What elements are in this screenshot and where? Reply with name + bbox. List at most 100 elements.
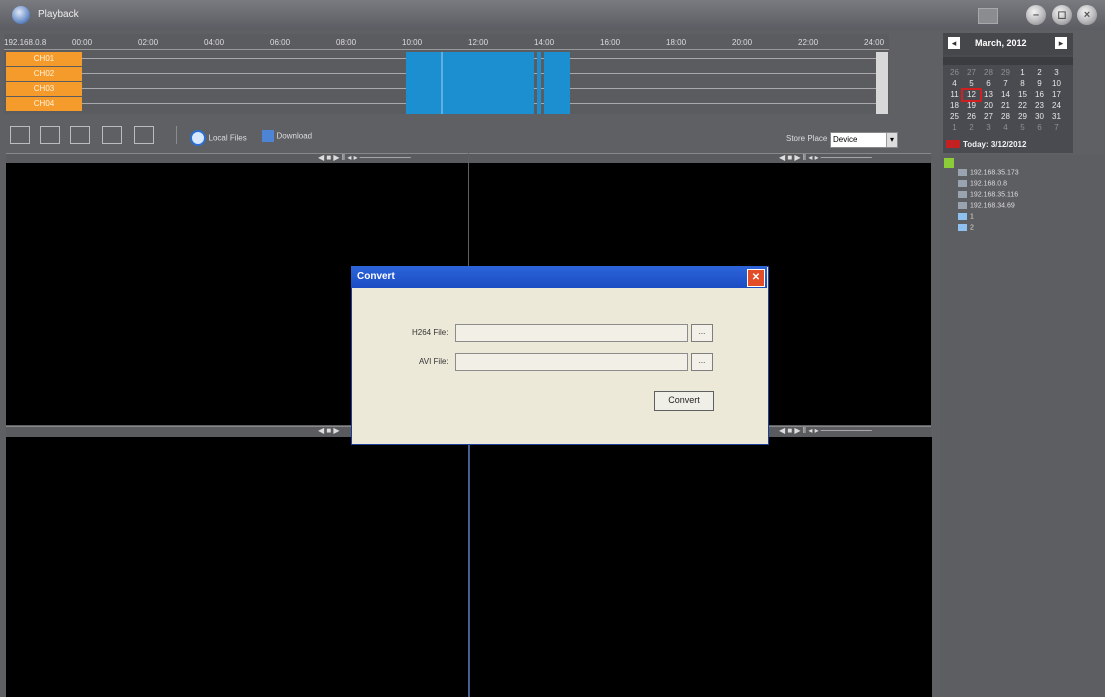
tree-item[interactable]: 192.168.0.8 xyxy=(958,180,1007,187)
dialog-close-button[interactable]: ✕ xyxy=(747,269,765,287)
tree-item[interactable]: 192.168.35.173 xyxy=(958,169,1019,176)
restore-button[interactable]: ◻ xyxy=(1052,5,1072,25)
calendar-day[interactable]: 11 xyxy=(946,90,963,100)
avi-browse-button[interactable]: ... xyxy=(691,353,713,371)
time-tick-label: 06:00 xyxy=(270,38,291,47)
video-pane-4[interactable] xyxy=(469,437,932,697)
title-bar xyxy=(0,0,1105,30)
convert-button[interactable]: Convert xyxy=(654,391,714,411)
calendar-day[interactable]: 28 xyxy=(997,112,1014,122)
calendar-day[interactable]: 7 xyxy=(1048,123,1065,133)
h264-file-input[interactable] xyxy=(455,324,688,342)
calendar-day[interactable]: 19 xyxy=(963,101,980,111)
channel-label[interactable]: CH04 xyxy=(6,97,82,111)
dialog-title-bar: Convert ✕ xyxy=(351,266,767,288)
device-tree xyxy=(940,155,1105,697)
tree-item[interactable]: 1 xyxy=(958,213,974,220)
layout-9-button[interactable] xyxy=(70,126,90,144)
calendar-day[interactable]: 8 xyxy=(1014,79,1031,89)
tree-item[interactable]: 2 xyxy=(958,224,974,231)
calendar-day[interactable]: 1 xyxy=(946,123,963,133)
calendar-day[interactable]: 30 xyxy=(1031,112,1048,122)
calendar-day[interactable]: 29 xyxy=(997,68,1014,78)
calendar-days[interactable]: 26 27 28 29 1 2 34 5 6 7 8 9 1011 12 13 14 15 16 1718 19 20 2… xyxy=(946,67,1070,133)
fullscreen-button[interactable] xyxy=(134,126,154,144)
calendar-day[interactable]: 3 xyxy=(1048,68,1065,78)
today-label[interactable]: Today: 3/12/2012 xyxy=(963,140,1026,149)
next-month-button[interactable]: ▸ xyxy=(1055,37,1067,49)
calendar-day[interactable]: 2 xyxy=(963,123,980,133)
calendar-day[interactable]: 20 xyxy=(980,101,997,111)
calendar-day[interactable]: 27 xyxy=(963,68,980,78)
calendar-day[interactable]: 13 xyxy=(980,90,997,100)
calendar-day[interactable]: 1 xyxy=(1014,68,1031,78)
dialog-title: Convert xyxy=(357,271,395,282)
calendar-day[interactable]: 18 xyxy=(946,101,963,111)
calendar-day[interactable]: 25 xyxy=(946,112,963,122)
time-tick-label: 02:00 xyxy=(138,38,159,47)
tree-item[interactable]: 192.168.34.69 xyxy=(958,202,1015,209)
calendar-day[interactable]: 10 xyxy=(1048,79,1065,89)
close-button[interactable]: × xyxy=(1077,5,1097,25)
calendar-day[interactable]: 6 xyxy=(1031,123,1048,133)
tree-item[interactable]: 192.168.35.116 xyxy=(958,191,1018,198)
calendar-day[interactable]: 27 xyxy=(980,112,997,122)
time-tick-label: 08:00 xyxy=(336,38,357,47)
calendar-day[interactable]: 14 xyxy=(997,90,1014,100)
calendar-day[interactable]: 26 xyxy=(963,112,980,122)
calendar-day[interactable]: 5 xyxy=(963,79,980,89)
calendar-day[interactable]: 9 xyxy=(1031,79,1048,89)
video-pane-3[interactable] xyxy=(6,437,468,697)
channel-label[interactable]: CH03 xyxy=(6,82,82,96)
h264-browse-button[interactable]: ... xyxy=(691,324,713,342)
folder-icon xyxy=(958,213,967,220)
root-node-icon[interactable] xyxy=(944,158,954,168)
tree-item-label: 192.168.35.173 xyxy=(970,169,1019,177)
time-tick-label: 14:00 xyxy=(534,38,555,47)
folder-icon xyxy=(958,224,967,231)
minimize-button[interactable]: – xyxy=(1026,5,1046,25)
calendar-day[interactable]: 16 xyxy=(1031,90,1048,100)
time-tick-label: 04:00 xyxy=(204,38,225,47)
tree-item-label: 192.168.35.116 xyxy=(970,191,1019,199)
calendar-day[interactable]: 12 xyxy=(961,88,982,102)
calendar-day[interactable]: 24 xyxy=(1048,101,1065,111)
recording-segment[interactable] xyxy=(537,52,541,114)
layout-4-button[interactable] xyxy=(40,126,60,144)
store-place-select[interactable]: Device ▾ xyxy=(830,132,898,148)
calendar-day[interactable]: 29 xyxy=(1014,112,1031,122)
calendar-day[interactable]: 6 xyxy=(980,79,997,89)
avi-file-input[interactable] xyxy=(455,353,688,371)
local-files-option[interactable]: Local Files xyxy=(190,130,247,146)
calendar-day[interactable]: 17 xyxy=(1048,90,1065,100)
layout-1-button[interactable] xyxy=(10,126,30,144)
calendar-day[interactable]: 22 xyxy=(1014,101,1031,111)
calendar-day[interactable]: 28 xyxy=(980,68,997,78)
chevron-down-icon[interactable]: ▾ xyxy=(886,133,897,147)
timeline-scrollbar[interactable] xyxy=(876,52,888,114)
prev-month-button[interactable]: ◂ xyxy=(948,37,960,49)
calendar-day[interactable]: 4 xyxy=(997,123,1014,133)
monitor-icon[interactable] xyxy=(978,8,998,24)
calendar-day[interactable]: 23 xyxy=(1031,101,1048,111)
device-icon xyxy=(958,191,967,198)
calendar-day[interactable]: 15 xyxy=(1014,90,1031,100)
channel-label[interactable]: CH01 xyxy=(6,52,82,66)
calendar-day[interactable]: 31 xyxy=(1048,112,1065,122)
calendar-day[interactable]: 26 xyxy=(946,68,963,78)
calendar-day[interactable]: 21 xyxy=(997,101,1014,111)
calendar-day[interactable]: 4 xyxy=(946,79,963,89)
channel-label[interactable]: CH02 xyxy=(6,67,82,81)
layout-16-button[interactable] xyxy=(102,126,122,144)
calendar-day[interactable]: 5 xyxy=(1014,123,1031,133)
calendar-day[interactable]: 3 xyxy=(980,123,997,133)
calendar-day[interactable]: 7 xyxy=(997,79,1014,89)
app-title: Playback xyxy=(38,9,79,20)
device-icon xyxy=(958,169,967,176)
calendar-day[interactable]: 2 xyxy=(1031,68,1048,78)
download-button[interactable]: Download xyxy=(262,130,312,142)
recording-segment[interactable] xyxy=(406,52,534,114)
calendar-weekday-row xyxy=(943,57,1073,65)
time-ruler xyxy=(4,47,889,50)
recording-segment[interactable] xyxy=(544,52,570,114)
